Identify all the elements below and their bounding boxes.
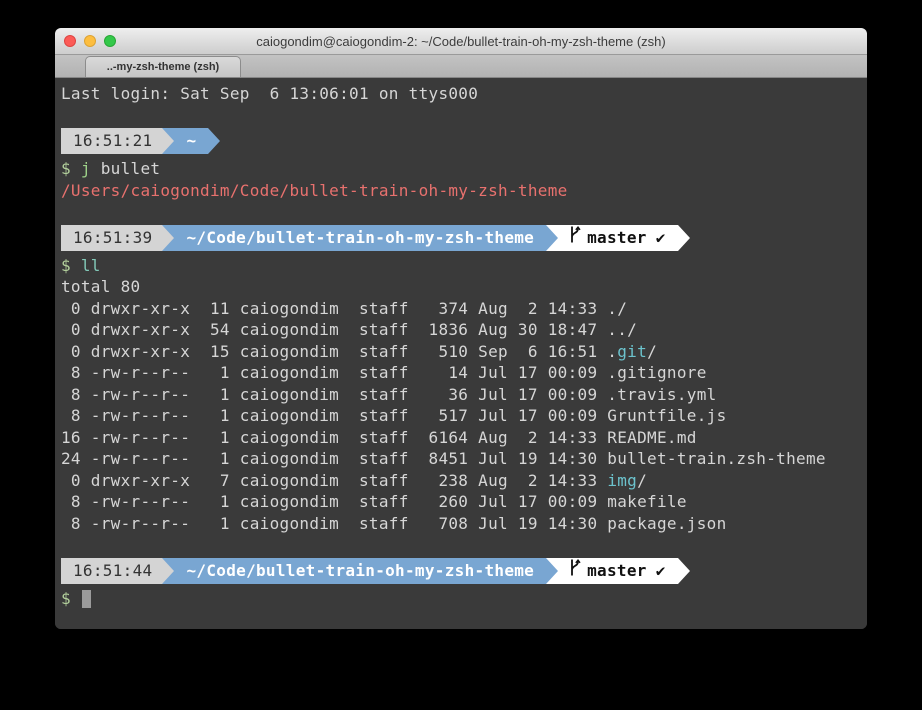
terminal-cursor bbox=[82, 590, 91, 608]
terminal-window: caiogondim@caiogondim-2: ~/Code/bullet-t… bbox=[55, 28, 867, 629]
terminal-output[interactable]: Last login: Sat Sep 6 13:06:01 on ttys00… bbox=[55, 78, 867, 629]
terminal-line: 8 -rw-r--r-- 1 caiogondim staff 708 Jul … bbox=[61, 513, 867, 535]
traffic-lights bbox=[64, 35, 116, 47]
terminal-line: $ ll bbox=[61, 255, 867, 277]
prompt-dir-segment: ~/Code/bullet-train-oh-my-zsh-theme bbox=[162, 558, 546, 584]
terminal-line: 16 -rw-r--r-- 1 caiogondim staff 6164 Au… bbox=[61, 427, 867, 449]
text-segment: 8 -rw-r--r-- 1 caiogondim staff 708 Jul … bbox=[61, 514, 727, 533]
tab-label: ..-my-zsh-theme (zsh) bbox=[107, 61, 219, 73]
close-button[interactable] bbox=[64, 35, 76, 47]
zoom-button[interactable] bbox=[104, 35, 116, 47]
terminal-line: 8 -rw-r--r-- 1 caiogondim staff 260 Jul … bbox=[61, 491, 867, 513]
terminal-line: /Users/caiogondim/Code/bullet-train-oh-m… bbox=[61, 180, 867, 202]
text-segment: bullet bbox=[91, 159, 161, 178]
terminal-line: 0 drwxr-xr-x 15 caiogondim staff 510 Sep… bbox=[61, 341, 867, 363]
text-segment: 24 -rw-r--r-- 1 caiogondim staff 8451 Ju… bbox=[61, 449, 826, 468]
prompt-time-segment: 16:51:44 bbox=[61, 558, 162, 584]
text-segment: img bbox=[607, 471, 637, 490]
text-segment: 8 -rw-r--r-- 1 caiogondim staff 14 Jul 1… bbox=[61, 363, 707, 382]
prompt-time-segment: 16:51:21 bbox=[61, 128, 162, 154]
terminal-line: 8 -rw-r--r-- 1 caiogondim staff 36 Jul 1… bbox=[61, 384, 867, 406]
prompt-row: 16:51:39~/Code/bullet-train-oh-my-zsh-th… bbox=[61, 225, 867, 251]
window-title: caiogondim@caiogondim-2: ~/Code/bullet-t… bbox=[256, 34, 666, 49]
terminal-line: 0 drwxr-xr-x 11 caiogondim staff 374 Aug… bbox=[61, 298, 867, 320]
terminal-line: 24 -rw-r--r-- 1 caiogondim staff 8451 Ju… bbox=[61, 448, 867, 470]
text-segment: git bbox=[617, 342, 647, 361]
text-segment: /Users/caiogondim/Code/bullet-train-oh-m… bbox=[61, 181, 568, 200]
text-segment: $ bbox=[61, 256, 71, 275]
text-segment: total 80 bbox=[61, 277, 140, 296]
terminal-line: 8 -rw-r--r-- 1 caiogondim staff 14 Jul 1… bbox=[61, 362, 867, 384]
terminal-line: 0 drwxr-xr-x 54 caiogondim staff 1836 Au… bbox=[61, 319, 867, 341]
titlebar[interactable]: caiogondim@caiogondim-2: ~/Code/bullet-t… bbox=[55, 28, 867, 55]
terminal-line: $ j bullet bbox=[61, 158, 867, 180]
text-segment: / bbox=[637, 471, 647, 490]
terminal-line: total 80 bbox=[61, 276, 867, 298]
terminal-line bbox=[61, 105, 867, 127]
text-segment: j bbox=[81, 159, 91, 178]
text-segment bbox=[71, 159, 81, 178]
tab-bar: ..-my-zsh-theme (zsh) bbox=[55, 55, 867, 78]
prompt-time-segment: 16:51:39 bbox=[61, 225, 162, 251]
text-segment: 0 drwxr-xr-x 11 caiogondim staff 374 Aug… bbox=[61, 299, 627, 318]
terminal-line: 0 drwxr-xr-x 7 caiogondim staff 238 Aug … bbox=[61, 470, 867, 492]
text-segment: $ bbox=[61, 589, 71, 608]
text-segment: 0 drwxr-xr-x 7 caiogondim staff 238 Aug … bbox=[61, 471, 607, 490]
text-segment bbox=[71, 256, 81, 275]
prompt-git-segment: master ✔ bbox=[546, 558, 678, 584]
text-segment: Last login: Sat Sep 6 13:06:01 on ttys00… bbox=[61, 84, 478, 103]
text-segment: 8 -rw-r--r-- 1 caiogondim staff 36 Jul 1… bbox=[61, 385, 717, 404]
terminal-line: $ bbox=[61, 588, 867, 610]
text-segment: 8 -rw-r--r-- 1 caiogondim staff 260 Jul … bbox=[61, 492, 687, 511]
git-clean-check-icon: ✔ bbox=[656, 227, 666, 249]
text-segment: 16 -rw-r--r-- 1 caiogondim staff 6164 Au… bbox=[61, 428, 697, 447]
prompt-git-segment: master ✔ bbox=[546, 225, 678, 251]
terminal-line bbox=[61, 534, 867, 556]
text-segment: 0 drwxr-xr-x 54 caiogondim staff 1836 Au… bbox=[61, 320, 637, 339]
terminal-line: 8 -rw-r--r-- 1 caiogondim staff 517 Jul … bbox=[61, 405, 867, 427]
text-segment: $ bbox=[61, 159, 71, 178]
git-branch-name: master bbox=[587, 560, 647, 582]
git-branch-icon bbox=[568, 558, 581, 583]
text-segment: 8 -rw-r--r-- 1 caiogondim staff 517 Jul … bbox=[61, 406, 727, 425]
prompt-row: 16:51:21~ bbox=[61, 128, 867, 154]
git-branch-icon bbox=[568, 225, 581, 250]
terminal-line bbox=[61, 201, 867, 223]
text-segment: 0 drwxr-xr-x 15 caiogondim staff 510 Sep… bbox=[61, 342, 617, 361]
prompt-row: 16:51:44~/Code/bullet-train-oh-my-zsh-th… bbox=[61, 558, 867, 584]
prompt-dir-segment: ~/Code/bullet-train-oh-my-zsh-theme bbox=[162, 225, 546, 251]
text-segment: ll bbox=[81, 256, 101, 275]
minimize-button[interactable] bbox=[84, 35, 96, 47]
text-segment: / bbox=[647, 342, 657, 361]
tab-active[interactable]: ..-my-zsh-theme (zsh) bbox=[85, 56, 241, 77]
terminal-line: Last login: Sat Sep 6 13:06:01 on ttys00… bbox=[61, 83, 867, 105]
git-clean-check-icon: ✔ bbox=[656, 560, 666, 582]
git-branch-name: master bbox=[587, 227, 647, 249]
text-segment bbox=[71, 589, 81, 608]
